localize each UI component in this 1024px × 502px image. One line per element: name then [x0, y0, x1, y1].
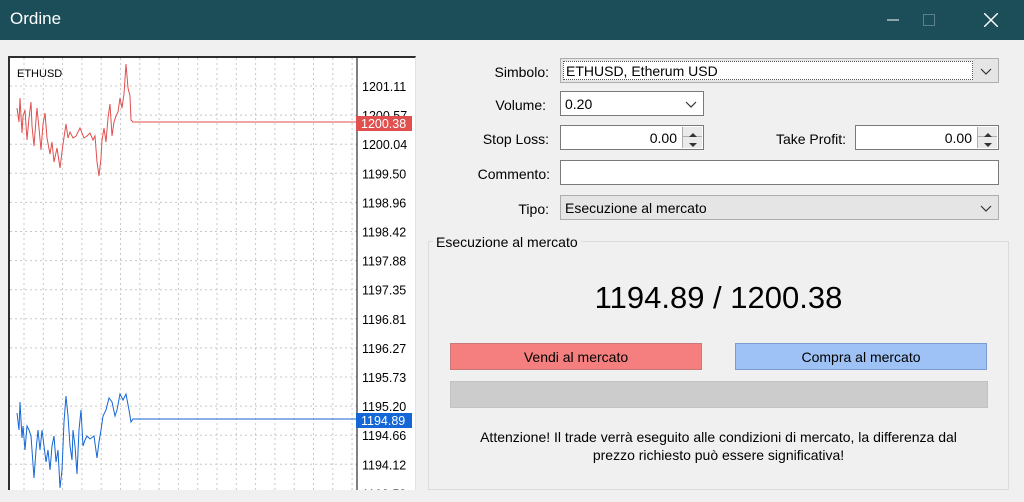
bid-ask-price: 1194.89 / 1200.38 [594, 280, 843, 315]
price-tick-label: 1193.58 [362, 487, 406, 490]
execution-group-title: Esecuzione al mercato [433, 234, 581, 250]
price-tick-label: 1198.96 [362, 196, 406, 210]
price-tick-label: 1197.35 [362, 284, 406, 298]
comment-label: Commento: [477, 166, 550, 182]
caret-down-icon [689, 143, 697, 147]
caret-down-icon [984, 143, 992, 147]
close-icon [984, 13, 998, 27]
stop-loss-label: Stop Loss: [482, 131, 549, 147]
price-tick-label: 1200.04 [362, 138, 407, 152]
order-type-value: Esecuzione al mercato [565, 200, 707, 216]
price-tick-label: 1195.73 [362, 371, 406, 385]
bid-price-line [16, 392, 357, 489]
increment-button[interactable] [978, 127, 997, 137]
price-tick-label: 1195.20 [362, 400, 406, 414]
stop-loss-field[interactable]: 0.00 [560, 125, 704, 150]
buy-market-button[interactable]: Compra al mercato [735, 343, 987, 370]
decrement-button[interactable] [683, 137, 702, 147]
symbol-label: Simbolo: [494, 64, 549, 80]
stop-loss-spinner[interactable] [682, 127, 702, 148]
chevron-down-icon [980, 205, 992, 212]
minimize-icon [887, 19, 899, 21]
volume-label: Volume: [495, 97, 546, 113]
volume-select[interactable]: 0.20 [560, 91, 704, 116]
market-warning-line2: prezzo richiesto può essere significativ… [592, 447, 845, 463]
increment-button[interactable] [683, 127, 702, 137]
take-profit-field[interactable]: 0.00 [855, 125, 999, 150]
close-position-button [450, 381, 988, 408]
maximize-icon [923, 14, 935, 26]
symbol-select-value: ETHUSD, Etherum USD [563, 61, 973, 80]
take-profit-value: 0.00 [944, 130, 972, 146]
price-tick-label: 1199.50 [362, 167, 406, 181]
take-profit-label: Take Profit: [775, 131, 846, 147]
price-tick-label: 1198.42 [362, 226, 406, 240]
order-type-select[interactable]: Esecuzione al mercato [560, 195, 999, 220]
window-title: Ordine [10, 9, 62, 28]
symbol-select[interactable]: ETHUSD, Etherum USD [560, 58, 999, 83]
take-profit-spinner[interactable] [977, 127, 997, 148]
chevron-down-icon [685, 101, 697, 108]
ask-price-tag-text: 1200.38 [361, 117, 406, 131]
bid-price-tag-text: 1194.89 [361, 414, 405, 428]
price-tick-label: 1201.11 [362, 80, 406, 94]
maximize-button [906, 0, 952, 40]
chevron-down-icon [980, 68, 992, 75]
price-tick-label: 1194.12 [362, 458, 406, 472]
volume-value: 0.20 [565, 96, 593, 112]
stop-loss-value: 0.00 [649, 130, 677, 146]
close-button[interactable] [968, 0, 1014, 40]
sell-market-button[interactable]: Vendi al mercato [450, 343, 702, 370]
price-tick-label: 1196.27 [362, 342, 406, 356]
tick-chart-canvas: 1201.111200.571200.041199.501198.961198.… [10, 58, 412, 490]
market-warning-line1: Attenzione! Il trade verrà eseguito alle… [480, 429, 957, 445]
title-bar: Ordine [0, 0, 1024, 40]
price-tick-label: 1196.81 [362, 313, 406, 327]
ask-price-line [16, 63, 357, 177]
decrement-button[interactable] [978, 137, 997, 147]
price-tick-label: 1197.88 [362, 255, 406, 269]
comment-field[interactable] [560, 160, 999, 185]
chart-symbol-label: ETHUSD [17, 68, 62, 80]
tick-chart: 1201.111200.571200.041199.501198.961198.… [8, 56, 416, 490]
market-warning: Attenzione! Il trade verrà eseguito alle… [428, 428, 1009, 464]
price-tick-label: 1194.66 [362, 429, 406, 443]
type-label: Tipo: [518, 201, 549, 217]
